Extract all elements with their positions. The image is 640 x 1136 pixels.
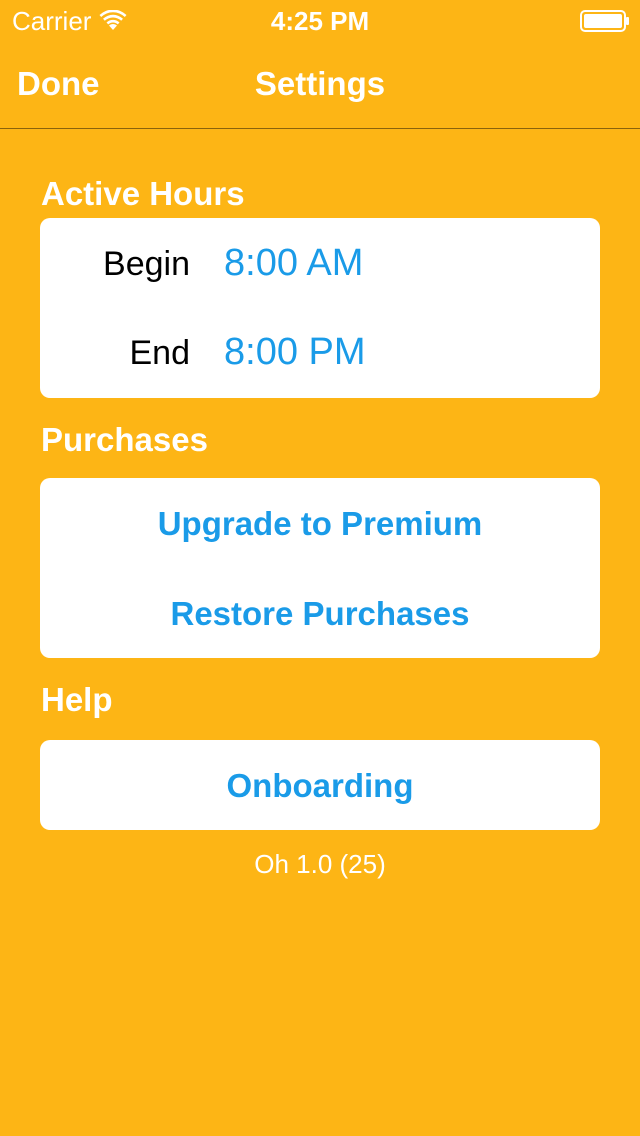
end-time-button[interactable]: 8:00 PM xyxy=(224,329,366,375)
begin-label: Begin xyxy=(103,245,190,283)
active-hours-heading: Active Hours xyxy=(41,175,245,212)
purchases-card: Upgrade to Premium Restore Purchases xyxy=(40,478,600,658)
begin-time-button[interactable]: 8:00 AM xyxy=(224,240,363,286)
status-bar: Carrier 4:25 PM xyxy=(0,0,640,40)
end-label: End xyxy=(129,334,191,372)
restore-purchases-button[interactable]: Restore Purchases xyxy=(40,594,600,634)
upgrade-premium-button[interactable]: Upgrade to Premium xyxy=(40,504,600,544)
battery-icon xyxy=(580,10,629,32)
onboarding-button[interactable]: Onboarding xyxy=(40,766,600,806)
end-row: End 8:00 PM xyxy=(40,323,600,383)
version-label: Oh 1.0 (25) xyxy=(254,849,386,879)
navigation-bar: Done Settings xyxy=(0,40,640,129)
status-time: 4:25 PM xyxy=(270,6,370,36)
begin-row: Begin 8:00 AM xyxy=(40,234,600,294)
help-card: Onboarding xyxy=(40,740,600,830)
page-title: Settings xyxy=(254,65,386,102)
help-heading: Help xyxy=(41,681,113,718)
active-hours-card: Begin 8:00 AM End 8:00 PM xyxy=(40,218,600,398)
purchases-heading: Purchases xyxy=(41,421,208,458)
